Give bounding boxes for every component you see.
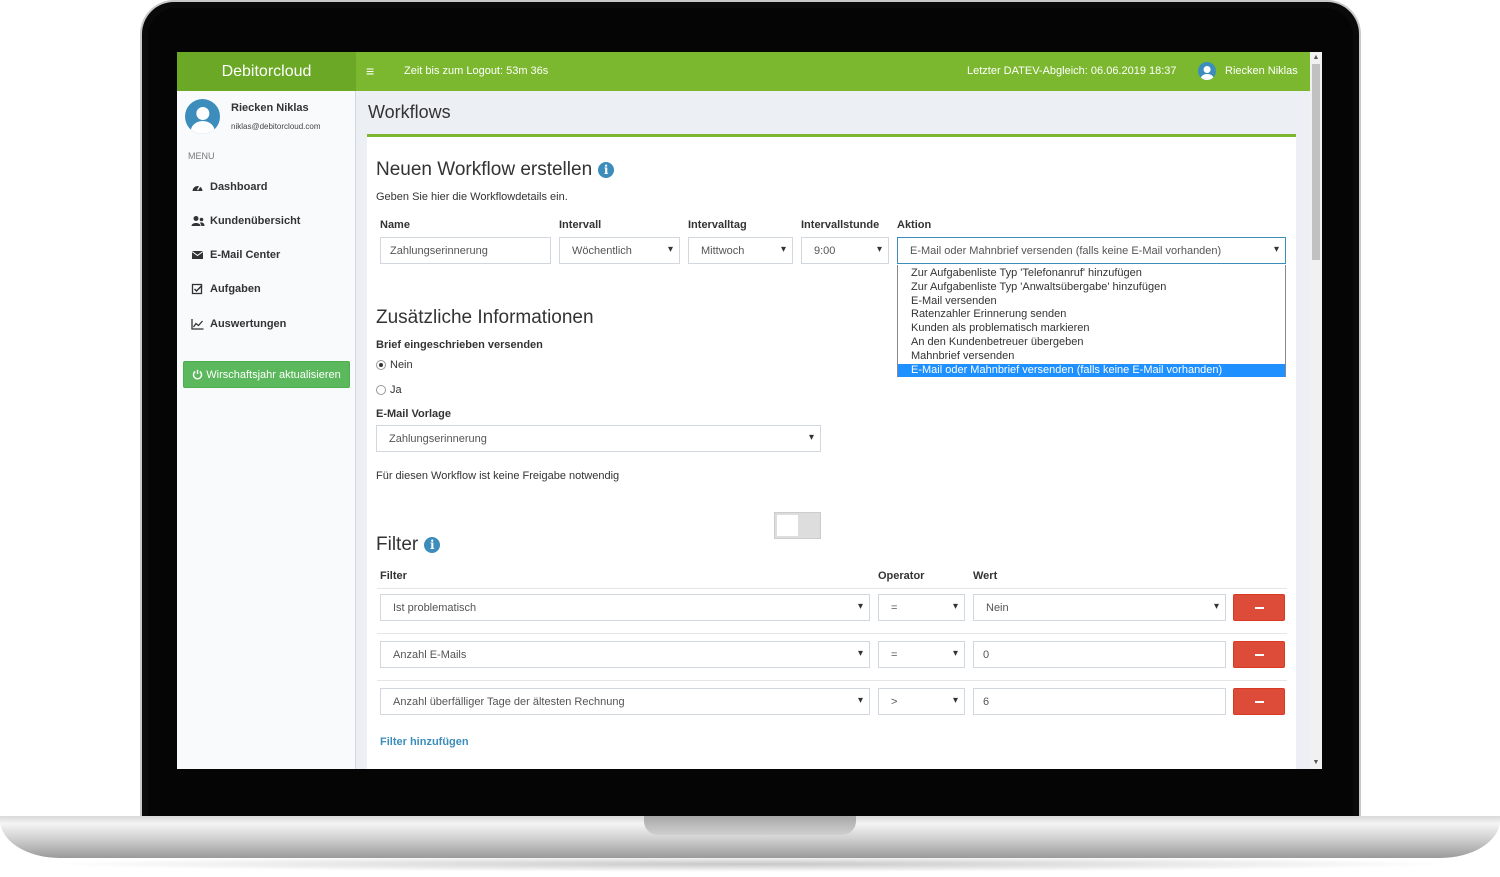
radio-registered-no[interactable]: Nein [376,359,413,371]
minus-icon [1254,700,1264,703]
sidebar: Riecken Niklas niklas@debitorcloud.com M… [177,91,356,769]
action-option[interactable]: Mahnbrief versenden [898,350,1285,364]
radio-checked-icon[interactable] [376,360,386,370]
page-scrollbar[interactable]: ▲ ▼ [1310,52,1322,769]
filter-value-input[interactable]: 0 [973,641,1226,668]
action-option[interactable]: An den Kundenbetreuer übergeben [898,336,1285,350]
dashboard-icon [191,181,205,193]
brand-logo[interactable]: Debitorcloud [177,52,356,91]
laptop-frame: Debitorcloud ≡ Zeit bis zum Logout: 53m … [0,0,1500,877]
page-title: Workflows [368,102,451,122]
fiscal-year-update-button[interactable]: Wirschaftsjahr aktualisieren [183,361,350,388]
info-icon[interactable]: i [424,537,441,553]
filter-heading: Filter i [376,534,441,556]
sidebar-item-auswertungen[interactable]: Auswertungen [191,315,286,333]
registered-letter-label: Brief eingeschrieben versenden [376,339,543,351]
users-icon [191,215,205,227]
sidebar-item-dashboard[interactable]: Dashboard [191,178,267,196]
filter-field-select[interactable]: Anzahl E-Mails [380,641,870,668]
top-navbar: Debitorcloud ≡ Zeit bis zum Logout: 53m … [177,52,1310,91]
filter-field-select[interactable]: Ist problematisch [380,594,870,621]
checkbox-icon [191,283,205,295]
scroll-thumb[interactable] [1312,64,1320,260]
remove-filter-button[interactable] [1233,688,1285,715]
email-template-select[interactable]: Zahlungserinnerung [376,425,821,452]
sidebar-avatar-icon [185,99,220,134]
app-screen: Debitorcloud ≡ Zeit bis zum Logout: 53m … [177,52,1322,769]
filter-field-select[interactable]: Anzahl überfälliger Tage der ältesten Re… [380,688,870,715]
filter-operator-select[interactable]: = [878,594,965,621]
approval-toggle[interactable] [774,512,821,539]
action-option[interactable]: Zur Aufgabenliste Typ 'Telefonanruf' hin… [898,267,1285,281]
minus-icon [1254,606,1264,609]
action-select[interactable]: E-Mail oder Mahnbrief versenden (falls k… [897,237,1286,264]
filter-operator-select[interactable]: > [878,688,965,715]
line-chart-icon [191,318,205,330]
interval-select[interactable]: Wöchentlich [559,237,680,264]
value-column-header: Wert [973,570,998,582]
action-option[interactable]: Zur Aufgabenliste Typ 'Anwaltsübergabe' … [898,281,1285,295]
filter-value-input[interactable]: 6 [973,688,1226,715]
scroll-down-icon[interactable]: ▼ [1310,757,1322,769]
add-filter-link[interactable]: Filter hinzufügen [380,736,469,748]
datev-sync-status: Letzter DATEV-Abgleich: 06.06.2019 18:37 [967,65,1177,77]
create-subtitle: Geben Sie hier die Workflowdetails ein. [376,191,568,203]
logout-timer: Zeit bis zum Logout: 53m 36s [404,65,549,77]
radio-registered-yes[interactable]: Ja [376,384,402,396]
laptop-shadow [40,856,1460,872]
email-template-label: E-Mail Vorlage [376,408,451,420]
action-option-selected[interactable]: E-Mail oder Mahnbrief versenden (falls k… [898,363,1285,378]
workflow-box: Neuen Workflow erstellen i Geben Sie hie… [367,134,1296,769]
create-workflow-heading: Neuen Workflow erstellen i [376,159,615,181]
sidebar-item-label: Aufgaben [210,283,261,295]
additional-info-heading: Zusätzliche Informationen [376,307,594,328]
remove-filter-button[interactable] [1233,641,1285,668]
action-option[interactable]: Ratenzahler Erinnerung senden [898,308,1285,322]
name-input[interactable]: Zahlungserinnerung [380,237,551,264]
fiscal-year-button-label: Wirschaftsjahr aktualisieren [206,368,341,381]
sidebar-item-label: E-Mail Center [210,249,281,261]
action-dropdown-list[interactable]: Zur Aufgabenliste Typ 'Telefonanruf' hin… [897,265,1286,378]
user-avatar-icon[interactable] [1198,62,1216,80]
power-icon [192,369,203,380]
action-option[interactable]: Kunden als problematisch markieren [898,322,1285,336]
sidebar-item-email-center[interactable]: E-Mail Center [191,246,280,264]
sidebar-item-label: Dashboard [210,181,268,193]
name-label: Name [380,219,410,231]
sidebar-item-label: Auswertungen [210,318,287,330]
sidebar-item-label: Kundenübersicht [210,215,301,227]
interval-hour-select[interactable]: 9:00 [801,237,889,264]
filter-operator-select[interactable]: = [878,641,965,668]
info-icon[interactable]: i [598,162,615,178]
action-option[interactable]: E-Mail versenden [898,295,1285,309]
action-label: Aktion [897,219,932,231]
top-user-name[interactable]: Riecken Niklas [1225,65,1298,77]
interval-hour-label: Intervallstunde [801,219,880,231]
scroll-up-icon[interactable]: ▲ [1310,52,1322,64]
radio-unchecked-icon[interactable] [376,385,386,395]
interval-label: Intervall [559,219,602,231]
interval-day-label: Intervalltag [688,219,747,231]
sidebar-user-name: Riecken Niklas [231,102,309,114]
minus-icon [1254,653,1264,656]
envelope-icon [191,249,205,261]
approval-text: Für diesen Workflow ist keine Freigabe n… [376,470,620,482]
main-content: Workflows Neuen Workflow erstellen i Geb… [357,91,1310,769]
sidebar-user-email: niklas@debitorcloud.com [231,122,321,131]
remove-filter-button[interactable] [1233,594,1285,621]
hamburger-menu-icon[interactable]: ≡ [366,64,374,78]
sidebar-item-kundenuebersicht[interactable]: Kundenübersicht [191,212,300,230]
interval-day-select[interactable]: Mittwoch [688,237,793,264]
operator-column-header: Operator [878,570,925,582]
laptop-notch [644,816,856,835]
filter-column-header: Filter [380,570,407,582]
sidebar-item-aufgaben[interactable]: Aufgaben [191,280,261,298]
filter-value-select[interactable]: Nein [973,594,1226,621]
menu-header: MENU [188,151,215,161]
